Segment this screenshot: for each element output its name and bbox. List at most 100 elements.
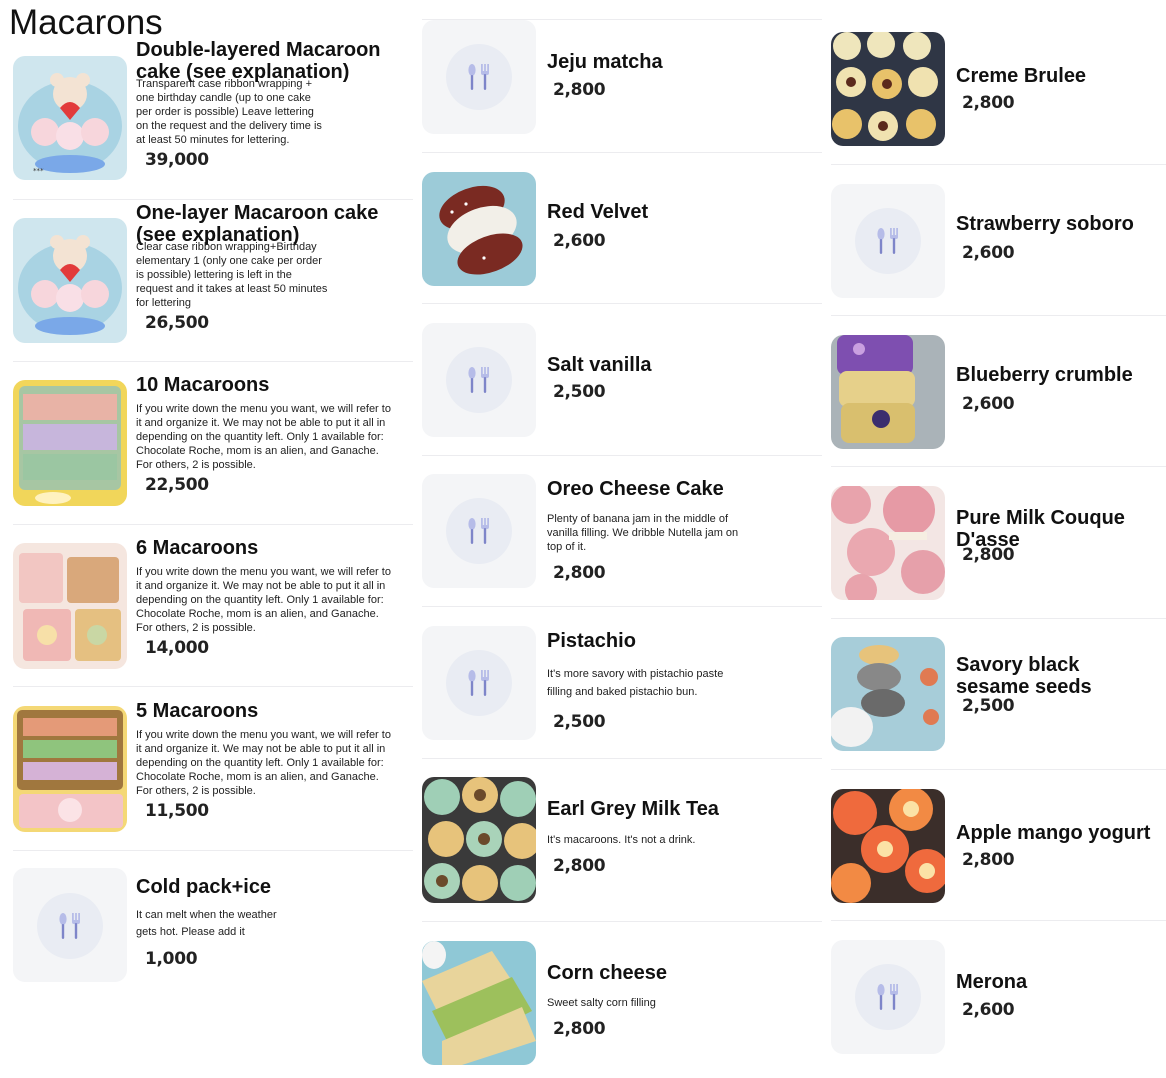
divider: [422, 152, 822, 153]
menu-item[interactable]: Oreo Cheese Cake Plenty of banana jam in…: [422, 474, 822, 588]
item-image[interactable]: [422, 777, 536, 903]
item-image[interactable]: ***: [13, 56, 127, 180]
item-description: If you write down the menu you want, we …: [136, 403, 391, 471]
item-image-placeholder[interactable]: [13, 868, 127, 982]
divider: [831, 466, 1166, 467]
item-price: 26,500: [145, 313, 209, 333]
item-description: It's more savory with pistachio paste fi…: [547, 668, 724, 698]
fork-spoon-icon: [446, 498, 512, 564]
item-image-placeholder[interactable]: [422, 323, 536, 437]
divider: [831, 618, 1166, 619]
item-image[interactable]: [831, 335, 945, 449]
item-price: 2,800: [962, 93, 1015, 113]
divider: [831, 769, 1166, 770]
earl-grey-image: [422, 777, 536, 903]
divider: [831, 315, 1166, 316]
menu-item[interactable]: *** Double-layered Macaroon cake (see ex…: [13, 39, 413, 181]
cake-image: [13, 218, 127, 343]
item-image[interactable]: [831, 789, 945, 903]
item-name: Earl Grey Milk Tea: [547, 798, 719, 820]
item-price: 2,600: [962, 1000, 1015, 1020]
item-price: 2,800: [962, 850, 1015, 870]
item-image-placeholder[interactable]: [831, 184, 945, 298]
menu-item[interactable]: One-layer Macaroon cake (see explanation…: [13, 202, 413, 343]
item-image[interactable]: [831, 32, 945, 146]
menu-item[interactable]: Cold pack+ice It can melt when the weath…: [13, 868, 413, 982]
divider: [422, 606, 822, 607]
item-price: 2,600: [553, 231, 606, 251]
item-price: 11,500: [145, 801, 209, 821]
menu-column-2: Jeju matcha 2,800 Red Velvet 2,600 Salt …: [422, 0, 822, 1078]
item-image[interactable]: [13, 380, 127, 506]
item-name: Red Velvet: [547, 201, 649, 223]
item-image-placeholder[interactable]: [831, 940, 945, 1054]
item-description: Sweet salty corn filling: [547, 997, 656, 1009]
item-price: 39,000: [145, 150, 209, 170]
item-price: 2,800: [553, 80, 606, 100]
item-price: 2,600: [962, 243, 1015, 263]
menu-item[interactable]: Pure Milk Couque D'asse 2,800: [831, 486, 1166, 600]
divider: [13, 361, 413, 362]
item-price: 2,500: [553, 712, 606, 732]
fork-spoon-icon: [855, 964, 921, 1030]
item-name: Oreo Cheese Cake: [547, 478, 724, 500]
item-name: 5 Macaroons: [136, 700, 259, 722]
menu-item[interactable]: Blueberry crumble 2,600: [831, 335, 1166, 449]
item-image[interactable]: [831, 486, 945, 600]
item-image[interactable]: [13, 543, 127, 669]
item-price: 2,600: [962, 394, 1015, 414]
item-image-placeholder[interactable]: [422, 626, 536, 740]
item-price: 2,500: [553, 382, 606, 402]
menu-item[interactable]: Pistachio It's more savory with pistachi…: [422, 626, 822, 740]
divider: [422, 303, 822, 304]
menu-item[interactable]: Salt vanilla 2,500: [422, 323, 822, 437]
cake-image: ***: [13, 56, 127, 180]
macaron-box-image: [13, 380, 127, 506]
menu-item[interactable]: 6 Macaroons If you write down the menu y…: [13, 537, 413, 669]
blueberry-crumble-image: [831, 335, 945, 449]
menu-item[interactable]: Creme Brulee 2,800: [831, 32, 1166, 146]
item-price: 22,500: [145, 475, 209, 495]
menu-item[interactable]: Earl Grey Milk Tea It's macaroons. It's …: [422, 777, 822, 903]
item-price: 1,000: [145, 949, 198, 969]
creme-brulee-image: [831, 32, 945, 146]
item-image[interactable]: [831, 637, 945, 751]
item-image-placeholder[interactable]: [422, 474, 536, 588]
item-description: If you write down the menu you want, we …: [136, 729, 391, 797]
divider: [13, 686, 413, 687]
fork-spoon-icon: [446, 650, 512, 716]
item-description: Plenty of banana jam in the middle of va…: [547, 513, 739, 553]
svg-text:***: ***: [33, 167, 44, 175]
menu-item[interactable]: Corn cheese Sweet salty corn filling 2,8…: [422, 941, 822, 1065]
item-description: Clear case ribbon wrapping+Birthday elem…: [136, 241, 328, 309]
menu-item[interactable]: 10 Macaroons If you write down the menu …: [13, 374, 413, 506]
divider: [422, 758, 822, 759]
fork-spoon-icon: [446, 347, 512, 413]
item-price: 2,800: [553, 563, 606, 583]
item-name: Blueberry crumble: [956, 364, 1133, 386]
item-name: Cold pack+ice: [136, 876, 272, 898]
menu-item[interactable]: Strawberry soboro 2,600: [831, 184, 1166, 298]
item-image[interactable]: [13, 218, 127, 343]
menu-item[interactable]: 5 Macaroons If you write down the menu y…: [13, 700, 413, 832]
item-image[interactable]: [422, 172, 536, 286]
menu-item[interactable]: Savory black sesame seeds 2,500: [831, 637, 1166, 751]
menu-column-3: Creme Brulee 2,800 Strawberry soboro 2,6: [831, 0, 1166, 1078]
divider: [831, 164, 1166, 165]
divider: [422, 921, 822, 922]
divider: [13, 199, 413, 200]
fork-spoon-icon: [446, 44, 512, 110]
divider: [831, 920, 1166, 921]
fork-spoon-icon: [37, 893, 103, 959]
item-image-placeholder[interactable]: [422, 20, 536, 134]
menu-item[interactable]: Merona 2,600: [831, 940, 1166, 1054]
item-price: 2,500: [962, 696, 1015, 716]
menu-item[interactable]: Red Velvet 2,600: [422, 172, 822, 286]
item-name: 6 Macaroons: [136, 537, 259, 559]
menu-item[interactable]: Apple mango yogurt 2,800: [831, 789, 1166, 903]
menu-item[interactable]: Jeju matcha 2,800: [422, 20, 822, 134]
item-name: Merona: [956, 971, 1028, 993]
item-name: 10 Macaroons: [136, 374, 270, 396]
item-image[interactable]: [422, 941, 536, 1065]
item-image[interactable]: [13, 706, 127, 832]
